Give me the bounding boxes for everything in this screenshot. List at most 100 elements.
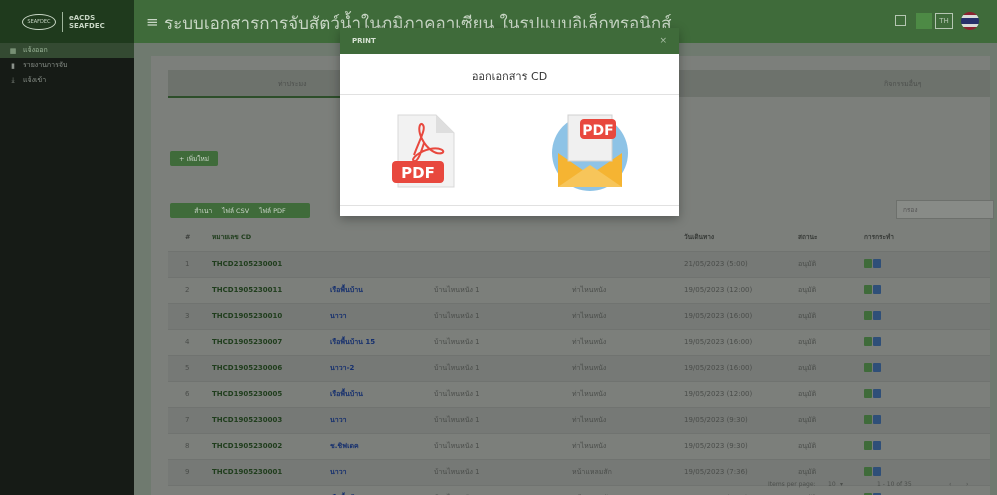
table-row[interactable]: 7 THCD1905230003 นาวา บ้านไหนหนัง 1 ท่าไ… bbox=[168, 406, 990, 433]
vessel-name[interactable]: เรือพื้นบ้าน bbox=[330, 484, 434, 495]
info-icon[interactable] bbox=[873, 388, 881, 398]
vessel-name[interactable] bbox=[330, 250, 434, 277]
row-actions bbox=[864, 250, 990, 277]
tab-other-activities[interactable]: กิจกรรมอื่นๆ bbox=[884, 79, 921, 90]
print-icon[interactable] bbox=[864, 284, 872, 294]
csv-button[interactable]: ไฟล์ CSV bbox=[217, 206, 254, 216]
cd-number: THCD1905230002 bbox=[212, 432, 330, 459]
copy-button[interactable]: สำเนา bbox=[189, 206, 217, 216]
col-port[interactable] bbox=[572, 223, 684, 251]
cd-number: THCD1905230011 bbox=[212, 276, 330, 303]
external-link-icon[interactable] bbox=[895, 15, 906, 26]
departure-date: 19/05/2023 (12:00) bbox=[684, 380, 798, 407]
table-row[interactable]: 10 THCD1605230004 เรือพื้นบ้าน บ้านไหนหน… bbox=[168, 484, 990, 495]
owner-name: บ้านไหนหนัง 1 bbox=[434, 484, 572, 495]
grid-icon: ▦ bbox=[9, 46, 17, 55]
vessel-name[interactable]: นาวา-2 bbox=[330, 354, 434, 381]
departure-date: 19/05/2023 (16:00) bbox=[684, 302, 798, 329]
brand-logo-area[interactable]: SEAFDEC eACDS SEAFDEC bbox=[0, 0, 134, 43]
table-row[interactable]: 4 THCD1905230007 เรือพื้นบ้าน 15 บ้านไหน… bbox=[168, 328, 990, 355]
port-name: หน้าแหลมสัก bbox=[572, 458, 684, 485]
cd-number: THCD1905230001 bbox=[212, 458, 330, 485]
modal-footer bbox=[340, 205, 679, 206]
menu-toggle-icon[interactable]: ≡ bbox=[146, 13, 159, 31]
status-badge: อนุมัติ bbox=[798, 302, 864, 329]
row-actions bbox=[864, 380, 990, 407]
table-row[interactable]: 2 THCD1905230011 เรือพื้นบ้าน บ้านไหนหนั… bbox=[168, 276, 990, 303]
row-actions bbox=[864, 432, 990, 459]
vessel-name[interactable]: เรือพื้นบ้าน bbox=[330, 276, 434, 303]
info-icon[interactable] bbox=[873, 310, 881, 320]
print-icon[interactable] bbox=[864, 336, 872, 346]
col-departure-date[interactable]: วันเดินทาง bbox=[684, 223, 798, 251]
print-icon[interactable] bbox=[864, 440, 872, 450]
port-name: ท่าไหนหนัง bbox=[572, 328, 684, 355]
print-icon[interactable] bbox=[864, 414, 872, 424]
col-number[interactable]: # bbox=[168, 223, 212, 251]
close-icon[interactable]: × bbox=[659, 36, 667, 46]
prev-page-icon[interactable]: ‹ bbox=[949, 481, 951, 488]
info-icon[interactable] bbox=[873, 336, 881, 346]
departure-date: 19/05/2023 (16:00) bbox=[684, 354, 798, 381]
port-name: ท่าไหนหนัง bbox=[572, 380, 684, 407]
col-owner[interactable] bbox=[434, 223, 572, 251]
print-icon[interactable] bbox=[864, 310, 872, 320]
port-name: ท่าไหนหนัง bbox=[572, 276, 684, 303]
print-icon[interactable] bbox=[864, 362, 872, 372]
vessel-name[interactable]: นาวา bbox=[330, 302, 434, 329]
cd-number: THCD1905230006 bbox=[212, 354, 330, 381]
language-option-th[interactable]: TH bbox=[935, 13, 953, 29]
sidebar-item-departure[interactable]: ▦ แจ้งออก bbox=[0, 43, 134, 58]
owner-name: บ้านไหนหนัง 1 bbox=[434, 380, 572, 407]
sidebar-item-catch-report[interactable]: ▮ รายงานการจับ bbox=[0, 58, 134, 73]
col-status[interactable]: สถานะ bbox=[798, 223, 864, 251]
status-badge: อนุมัติ bbox=[798, 380, 864, 407]
pdf-document-icon[interactable]: PDF bbox=[390, 109, 462, 193]
table-row[interactable]: 3 THCD1905230010 นาวา บ้านไหนหนัง 1 ท่าไ… bbox=[168, 302, 990, 329]
print-icon[interactable] bbox=[864, 388, 872, 398]
items-per-page-value: 10 bbox=[828, 481, 836, 488]
vessel-name[interactable]: เรือพื้นบ้าน bbox=[330, 380, 434, 407]
sidebar-item-label: รายงานการจับ bbox=[23, 61, 68, 69]
info-icon[interactable] bbox=[873, 414, 881, 424]
sidebar-item-label: แจ้งเข้า bbox=[23, 76, 47, 84]
col-vessel[interactable] bbox=[330, 223, 434, 251]
info-icon[interactable] bbox=[873, 466, 881, 476]
status-badge: อนุมัติ bbox=[798, 250, 864, 277]
page-range: 1 - 10 of 35 bbox=[877, 481, 912, 488]
next-page-icon[interactable]: › bbox=[966, 481, 968, 488]
departure-date: 19/05/2023 (16:00) bbox=[684, 328, 798, 355]
modal-title: ออกเอกสาร CD bbox=[340, 54, 679, 95]
row-actions bbox=[864, 302, 990, 329]
download-icon: ⤓ bbox=[11, 76, 15, 84]
dropdown-arrow-icon: ▾ bbox=[840, 481, 844, 488]
filter-input[interactable]: กรอง bbox=[896, 200, 994, 219]
table-row[interactable]: 6 THCD1905230005 เรือพื้นบ้าน บ้านไหนหนั… bbox=[168, 380, 990, 407]
col-cd-number[interactable]: หมายเลข CD bbox=[212, 223, 330, 251]
vessel-name[interactable]: นาวา bbox=[330, 458, 434, 485]
language-option-en[interactable] bbox=[916, 13, 932, 29]
vessel-name[interactable]: เรือพื้นบ้าน 15 bbox=[330, 328, 434, 355]
pdf-button[interactable]: ไฟล์ PDF bbox=[254, 206, 291, 216]
table-row[interactable]: 5 THCD1905230006 นาวา-2 บ้านไหนหนัง 1 ท่… bbox=[168, 354, 990, 381]
status-badge: อนุมัติ bbox=[798, 276, 864, 303]
print-icon[interactable] bbox=[864, 466, 872, 476]
print-icon[interactable] bbox=[864, 258, 872, 268]
info-icon[interactable] bbox=[873, 362, 881, 372]
row-number: 4 bbox=[168, 328, 212, 355]
vessel-name[interactable]: ช.ชิฟเดค bbox=[330, 432, 434, 459]
thai-flag-icon[interactable] bbox=[961, 12, 979, 30]
port-name: ท่าไหนหนัง bbox=[572, 432, 684, 459]
tab-port[interactable]: ท่าประมง bbox=[278, 79, 307, 90]
table-row[interactable]: 9 THCD1905230001 นาวา บ้านไหนหนัง 1 หน้า… bbox=[168, 458, 990, 485]
info-icon[interactable] bbox=[873, 440, 881, 450]
info-icon[interactable] bbox=[873, 284, 881, 294]
table-row[interactable]: 8 THCD1905230002 ช.ชิฟเดค บ้านไหนหนัง 1 … bbox=[168, 432, 990, 459]
vessel-name[interactable]: นาวา bbox=[330, 406, 434, 433]
sidebar-item-arrival[interactable]: ⤓ แจ้งเข้า bbox=[0, 73, 134, 88]
table-row[interactable]: 1 THCD2105230001 21/05/2023 (5:00) อนุมั… bbox=[168, 250, 990, 277]
pdf-email-icon[interactable]: PDF bbox=[550, 109, 630, 193]
info-icon[interactable] bbox=[873, 258, 881, 268]
add-new-button[interactable]: + เพิ่มใหม่ bbox=[170, 151, 218, 166]
owner-name: บ้านไหนหนัง 1 bbox=[434, 432, 572, 459]
